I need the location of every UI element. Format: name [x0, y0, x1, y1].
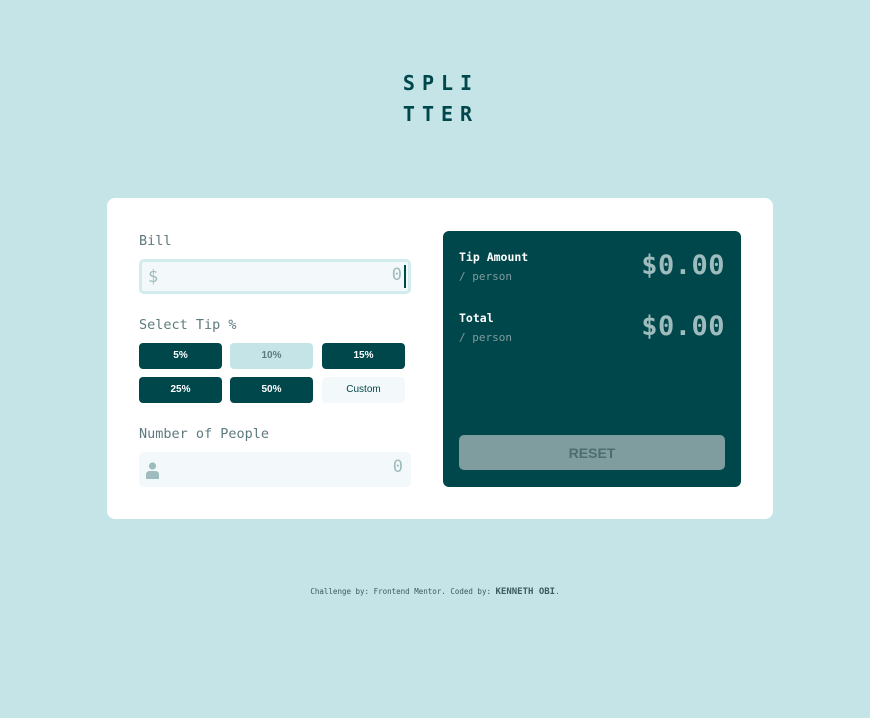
- tip-button-10[interactable]: 10%: [230, 343, 313, 369]
- tip-label: Select Tip %: [139, 317, 237, 333]
- tip-custom-input[interactable]: Custom: [322, 377, 405, 403]
- tip-button-50[interactable]: 50%: [230, 377, 313, 403]
- tip-button-15[interactable]: 15%: [322, 343, 405, 369]
- person-icon: [146, 462, 159, 479]
- attribution-end: .: [555, 587, 560, 596]
- tip-amount-value: $0.00: [641, 250, 725, 281]
- bill-input[interactable]: $ 0: [139, 259, 411, 294]
- logo-line-1: SPLI: [402, 71, 480, 95]
- total-sub: / person: [459, 331, 512, 344]
- total-label: Total: [459, 311, 494, 325]
- people-label: Number of People: [139, 426, 270, 442]
- reset-button[interactable]: RESET: [459, 435, 725, 470]
- text-cursor: [404, 265, 406, 288]
- attribution: Challenge by: Frontend Mentor. Coded by:…: [0, 587, 870, 597]
- tip-button-5[interactable]: 5%: [139, 343, 222, 369]
- people-value: 0: [392, 457, 403, 477]
- tip-amount-label: Tip Amount: [459, 250, 529, 264]
- tip-amount-sub: / person: [459, 270, 512, 283]
- dollar-icon: $: [148, 267, 159, 287]
- tip-button-25[interactable]: 25%: [139, 377, 222, 403]
- people-input[interactable]: 0: [139, 452, 411, 487]
- author-link[interactable]: KENNETH OBI: [496, 587, 556, 597]
- app-logo: SPLI TTER: [0, 68, 870, 130]
- attribution-text: Challenge by: Frontend Mentor. Coded by:: [310, 587, 496, 596]
- logo-line-2: TTER: [402, 102, 480, 126]
- total-value: $0.00: [641, 311, 725, 342]
- bill-value: 0: [391, 265, 402, 285]
- calculator-card: Bill $ 0 Select Tip % 5% 10% 15% 25% 50%…: [107, 198, 773, 519]
- bill-label: Bill: [139, 233, 172, 249]
- result-panel: Tip Amount / person $0.00 Total / person…: [443, 231, 741, 487]
